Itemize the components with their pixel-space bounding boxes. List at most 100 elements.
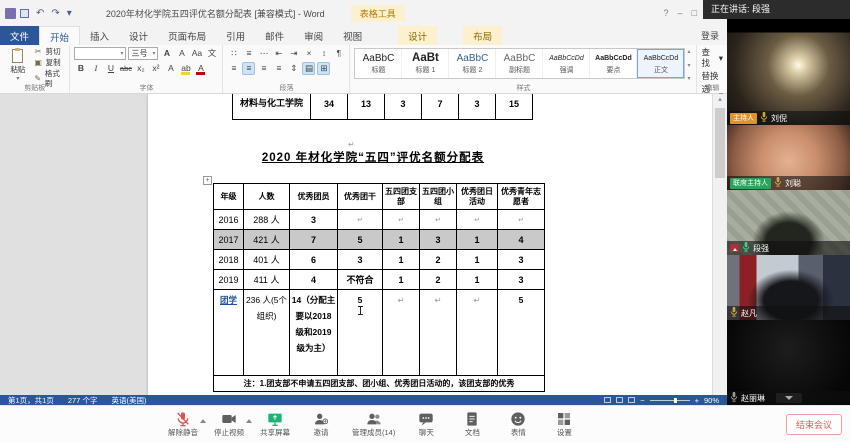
table-cell[interactable]: 2018	[214, 250, 244, 270]
table-cell[interactable]: 5	[338, 230, 383, 250]
undo-icon[interactable]: ↶	[36, 8, 44, 19]
zoom-in-icon[interactable]: +	[695, 396, 699, 405]
meeting-button-管理成员(14)[interactable]: 管理成员(14)	[352, 411, 395, 438]
table-cell[interactable]: 411 人	[244, 270, 290, 290]
language-indicator[interactable]: 英语(美国)	[111, 395, 146, 406]
table-cell[interactable]: 5	[338, 290, 383, 376]
meeting-button-解除静音[interactable]: 解除静音	[168, 411, 198, 438]
vertical-scrollbar[interactable]: ▴	[712, 94, 727, 395]
table-cell[interactable]: 1	[383, 230, 420, 250]
ribbon-button[interactable]: ⇤	[272, 47, 285, 60]
editing-button-查找[interactable]: 查找▾	[701, 47, 723, 69]
word-count[interactable]: 277 个字	[68, 395, 98, 406]
tab-布局[interactable]: 布局	[463, 26, 502, 45]
meeting-button-表情[interactable]: 表情	[503, 411, 533, 438]
style-item-标题[interactable]: AaBbC标题	[355, 49, 402, 78]
ribbon-button[interactable]: ≡	[227, 62, 240, 75]
paste-button[interactable]: 粘贴 ▾	[4, 47, 32, 83]
table-cell[interactable]: 3	[385, 94, 422, 119]
table-cell[interactable]: 材料与化工学院	[233, 94, 311, 119]
end-meeting-button[interactable]: 结束会议	[786, 414, 842, 435]
ribbon-button[interactable]: ×	[302, 47, 315, 60]
table-cell[interactable]: 3	[459, 94, 496, 119]
meeting-button-文档[interactable]: 文档	[457, 411, 487, 438]
table-cell[interactable]: ↵	[338, 210, 383, 230]
tab-页面布局[interactable]: 页面布局	[158, 26, 216, 45]
table-cell[interactable]: 288 人	[244, 210, 290, 230]
ribbon-button[interactable]: ⇥	[287, 47, 300, 60]
clipboard-button-剪切[interactable]: ✂剪切	[34, 47, 66, 57]
table-cell[interactable]: 3	[498, 250, 545, 270]
ribbon-button[interactable]: ≡	[272, 62, 285, 75]
tab-设计[interactable]: 设计	[398, 26, 437, 45]
sign-in-link[interactable]: 登录	[701, 26, 719, 45]
collapse-ribbon-icon[interactable]: ^	[707, 83, 711, 92]
participant-video[interactable]: 联席主持人刘聪	[727, 125, 850, 190]
ribbon-button[interactable]: Aa	[190, 47, 203, 60]
table-header-cell[interactable]: 优秀团员	[290, 184, 338, 210]
clipboard-button-复制[interactable]: ▣复制	[34, 58, 66, 68]
zoom-level[interactable]: 90%	[704, 396, 719, 405]
ribbon-button[interactable]: ≡	[242, 47, 255, 60]
table-cell[interactable]: 2019	[214, 270, 244, 290]
table-cell[interactable]: 15	[496, 94, 533, 119]
table-cell[interactable]: 2016	[214, 210, 244, 230]
table-cell[interactable]: 2	[420, 250, 457, 270]
table-cell[interactable]: ↵	[498, 210, 545, 230]
ribbon-button[interactable]: U	[104, 62, 117, 75]
table-cell[interactable]: 4	[498, 230, 545, 250]
ribbon-button[interactable]: abc	[119, 62, 132, 75]
ribbon-button[interactable]: ⋯	[257, 47, 270, 60]
ribbon-button[interactable]: A	[175, 47, 188, 60]
help-icon[interactable]: ?	[664, 8, 669, 18]
table-header-cell[interactable]: 五四团支部	[383, 184, 420, 210]
ribbon-button[interactable]: ≡	[257, 62, 270, 75]
table-cell[interactable]: 34	[311, 94, 348, 119]
style-item-要点[interactable]: AaBbCcDd要点	[590, 49, 637, 78]
meeting-button-邀请[interactable]: 邀请	[306, 411, 336, 438]
font-size-input[interactable]: 三号 ▾	[128, 47, 158, 60]
table-cell[interactable]: 2017	[214, 230, 244, 250]
tab-开始[interactable]: 开始	[39, 26, 80, 45]
table-note-cell[interactable]: 注：1.团支部不申请五四团支部、团小组、优秀团日活动的，该团支部的优秀	[214, 376, 545, 392]
table-header-cell[interactable]: 人数	[244, 184, 290, 210]
zoom-slider[interactable]	[650, 400, 690, 401]
table-cell[interactable]: 401 人	[244, 250, 290, 270]
table-header-cell[interactable]: 优秀团干	[338, 184, 383, 210]
ribbon-button[interactable]: A	[160, 47, 173, 60]
ribbon-button[interactable]: ↕	[317, 47, 330, 60]
web-layout-icon[interactable]	[628, 397, 635, 403]
table-cell[interactable]: 3	[290, 210, 338, 230]
save-icon[interactable]	[20, 9, 29, 18]
table-cell[interactable]: ↵	[457, 290, 498, 376]
collapse-panel-chevron-icon[interactable]	[776, 393, 802, 403]
style-item-强调[interactable]: AaBbCcDd强调	[543, 49, 590, 78]
table-header-cell[interactable]: 五四团小组	[420, 184, 457, 210]
table-cell[interactable]: 1	[457, 270, 498, 290]
table-cell[interactable]: 236 人(5个组织)	[244, 290, 290, 376]
table-cell[interactable]: ↵	[383, 290, 420, 376]
tab-设计[interactable]: 设计	[119, 26, 158, 45]
table-cell[interactable]: ↵	[383, 210, 420, 230]
ribbon-button[interactable]: ⊞	[317, 62, 330, 75]
table-cell[interactable]: ↵	[420, 290, 457, 376]
page-indicator[interactable]: 第1页，共1页	[8, 395, 54, 406]
page-title[interactable]: 2020 年材化学院“五四”评优名额分配表	[168, 149, 578, 165]
tab-文件[interactable]: 文件	[0, 26, 39, 45]
ribbon-button[interactable]: x²	[149, 62, 162, 75]
participant-video[interactable]: 赵丽琳	[727, 320, 850, 405]
maximize-icon[interactable]: □	[692, 8, 697, 18]
table-cell[interactable]: ↵	[457, 210, 498, 230]
tab-引用[interactable]: 引用	[216, 26, 255, 45]
style-item-标题 1[interactable]: AaBt标题 1	[402, 49, 449, 78]
table-cell[interactable]: 1	[457, 230, 498, 250]
table-cell[interactable]: 14（分配主要以2018 级和2019 级为主）	[290, 290, 338, 376]
style-item-正文[interactable]: AaBbCcDd正文	[637, 49, 684, 78]
table-header-cell[interactable]: 优秀团日活动	[457, 184, 498, 210]
table-cell[interactable]: 3	[498, 270, 545, 290]
editing-button-替换[interactable]: 替换	[701, 71, 723, 82]
ribbon-button[interactable]: ∷	[227, 47, 240, 60]
table-cell[interactable]: 团学	[214, 290, 244, 376]
ribbon-button[interactable]: ab	[179, 62, 192, 75]
style-item-副标题[interactable]: AaBbC副标题	[496, 49, 543, 78]
